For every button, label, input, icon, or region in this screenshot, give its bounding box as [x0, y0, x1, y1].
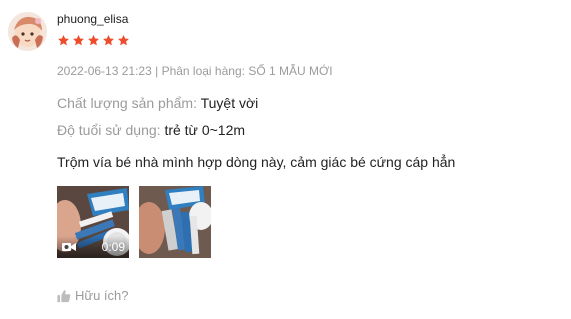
review-image-thumbnail[interactable]: [139, 186, 211, 258]
helpful-label: Hữu ích?: [75, 288, 129, 303]
attribute-age-range: Độ tuổi sử dụng: trẻ từ 0~12m: [57, 122, 245, 138]
star-rating: [57, 34, 130, 47]
video-duration: 0:09: [101, 240, 125, 254]
product-review: phuong_elisa 2022-06-13 21:23 | Phân loạ…: [0, 0, 571, 319]
avatar[interactable]: [8, 12, 47, 51]
attribute-value: trẻ từ 0~12m: [164, 122, 246, 138]
star-icon: [118, 34, 129, 46]
meta-separator: |: [155, 64, 159, 78]
attribute-product-quality: Chất lượng sản phẩm: Tuyệt vời: [57, 95, 258, 111]
thumbs-up-icon: [57, 290, 71, 303]
review-meta: 2022-06-13 21:23 | Phân loại hàng: SỐ 1 …: [57, 64, 333, 78]
helpful-button[interactable]: Hữu ích?: [57, 289, 129, 303]
video-overlay: 0:09: [57, 236, 129, 258]
review-timestamp: 2022-06-13 21:23: [57, 64, 152, 78]
review-comment: Trộm vía bé nhà mình hợp dòng này, cảm g…: [57, 154, 456, 170]
star-icon: [73, 34, 84, 46]
variant-value: SỐ 1 MẪU MỚI: [248, 64, 333, 78]
attribute-value: Tuyệt vời: [200, 95, 259, 111]
variant-label: Phân loại hàng:: [161, 64, 245, 78]
review-video-thumbnail[interactable]: 0:09: [57, 186, 129, 258]
attribute-label: Chất lượng sản phẩm:: [57, 95, 197, 111]
star-icon: [88, 34, 99, 46]
attribute-label: Độ tuổi sử dụng:: [57, 122, 161, 138]
star-icon: [58, 34, 69, 46]
reviewer-username[interactable]: phuong_elisa: [57, 12, 128, 26]
video-camera-icon: [62, 243, 76, 251]
star-icon: [103, 34, 114, 46]
